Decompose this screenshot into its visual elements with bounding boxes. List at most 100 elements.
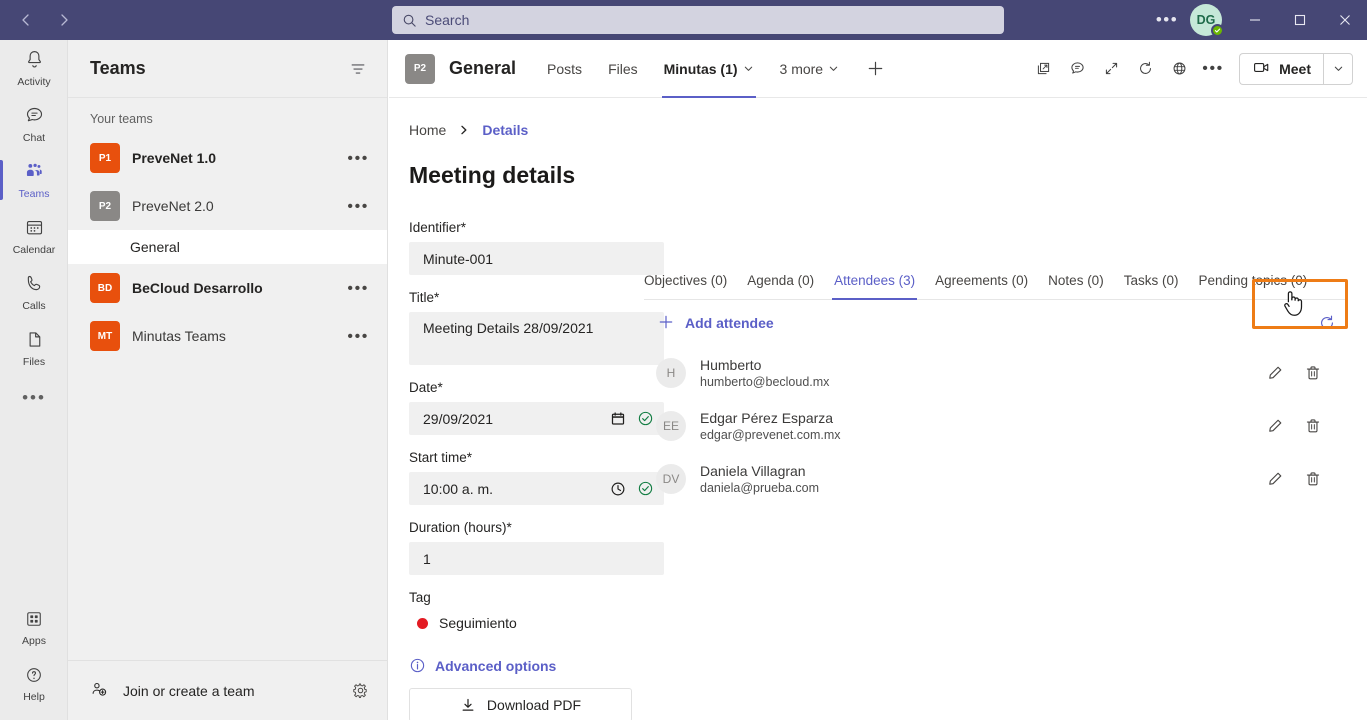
rail-item-activity[interactable]: Activity [0, 40, 68, 96]
calendar-icon[interactable] [610, 411, 626, 427]
meet-button[interactable]: Meet [1239, 52, 1323, 85]
teams-window: Search ••• DG Activity Chat Teams Calend… [0, 0, 1367, 720]
duration-label: Duration (hours)* [409, 520, 512, 535]
detail-tab-agreements[interactable]: Agreements (0) [925, 273, 1038, 299]
team-row-prevenet-1[interactable]: P1 PreveNet 1.0 ••• [68, 134, 387, 182]
tab-more[interactable]: 3 more [767, 40, 853, 98]
rail-item-help[interactable]: Help [0, 656, 68, 712]
avatar[interactable]: DG [1190, 4, 1224, 37]
refresh-attendees-button[interactable] [1318, 314, 1345, 332]
join-team-label: Join or create a team [123, 682, 255, 699]
download-pdf-button[interactable]: Download PDF [409, 688, 632, 720]
trash-icon[interactable] [1304, 417, 1322, 435]
maximize-button[interactable] [1277, 0, 1322, 40]
tab-posts[interactable]: Posts [534, 40, 595, 98]
phone-icon [24, 273, 45, 299]
calendar-icon [24, 217, 45, 243]
start-time-value: 10:00 a. m. [423, 480, 494, 497]
forward-button[interactable] [48, 6, 80, 34]
breadcrumb-details[interactable]: Details [482, 122, 528, 138]
attendee-info: Edgar Pérez Esparza edgar@prevenet.com.m… [700, 410, 841, 442]
channel-more-button[interactable]: ••• [1197, 53, 1229, 85]
rail-more-button[interactable]: ••• [0, 376, 68, 420]
detail-tab-attendees[interactable]: Attendees (3) [824, 273, 925, 300]
breadcrumb-home[interactable]: Home [409, 122, 446, 138]
join-or-create-team-button[interactable]: Join or create a team [90, 680, 255, 702]
start-time-label: Start time* [409, 450, 473, 465]
meet-dropdown-button[interactable] [1323, 52, 1353, 85]
rail-item-calls[interactable]: Calls [0, 264, 68, 320]
rail-label-teams: Teams [18, 188, 50, 200]
globe-icon[interactable] [1163, 53, 1195, 85]
page-title: Meeting details [409, 162, 576, 188]
rail-label-chat: Chat [22, 131, 46, 144]
tag-value-row[interactable]: Seguimiento [409, 612, 664, 631]
tab-files[interactable]: Files [595, 40, 651, 98]
refresh-icon[interactable] [1129, 53, 1161, 85]
detail-tab-notes[interactable]: Notes (0) [1038, 273, 1114, 299]
rail-item-files[interactable]: Files [0, 320, 68, 376]
your-teams-label: Your teams [90, 112, 153, 126]
rail-item-apps[interactable]: Apps [0, 600, 68, 656]
team-more-button[interactable]: ••• [343, 197, 373, 216]
trash-icon[interactable] [1304, 470, 1322, 488]
tag-color-dot [417, 617, 428, 629]
detail-tab-label: Notes (0) [1048, 273, 1104, 288]
title-field[interactable]: Meeting Details 28/09/2021 [409, 312, 664, 365]
trash-icon[interactable] [1304, 364, 1322, 382]
team-row-prevenet-2[interactable]: P2 PreveNet 2.0 ••• [68, 182, 387, 230]
attendee-email: daniela@prueba.com [700, 480, 820, 495]
attendee-row[interactable]: DV Daniela Villagran daniela@prueba.com [644, 452, 1345, 505]
team-row-becloud-desarrollo[interactable]: BD BeCloud Desarrollo ••• [68, 264, 387, 312]
download-icon [460, 697, 476, 713]
detail-tab-objectives[interactable]: Objectives (0) [644, 273, 737, 299]
clock-icon[interactable] [610, 481, 626, 497]
back-button[interactable] [10, 6, 42, 34]
rail-item-teams[interactable]: Teams [0, 152, 68, 208]
detail-tab-pending-topics[interactable]: Pending topics (0) [1188, 273, 1317, 299]
date-field[interactable]: 29/09/2021 [409, 402, 664, 435]
filter-icon[interactable] [349, 60, 367, 78]
close-button[interactable] [1322, 0, 1367, 40]
popout-icon[interactable] [1027, 53, 1059, 85]
pencil-icon[interactable] [1266, 470, 1284, 488]
expand-icon[interactable] [1095, 53, 1127, 85]
avatar: DV [656, 463, 686, 494]
meet-button-group: Meet [1239, 52, 1353, 85]
attendee-name: Humberto [700, 356, 762, 373]
pencil-icon[interactable] [1266, 417, 1284, 435]
channel-title: General [449, 58, 517, 78]
pencil-icon[interactable] [1266, 364, 1284, 382]
gear-icon[interactable] [351, 681, 370, 700]
detail-tab-label: Agreements (0) [935, 273, 1029, 288]
team-more-button[interactable]: ••• [343, 279, 373, 298]
detail-tab-tasks[interactable]: Tasks (0) [1114, 273, 1189, 299]
duration-value: 1 [423, 550, 431, 567]
chat-icon[interactable] [1061, 53, 1093, 85]
minutas-app: Home Details Meeting details Identifier*… [389, 98, 1367, 720]
settings-more-button[interactable]: ••• [1150, 5, 1184, 35]
team-row-minutas-teams[interactable]: MT Minutas Teams ••• [68, 312, 387, 360]
detail-tab-agenda[interactable]: Agenda (0) [737, 273, 824, 299]
avatar: EE [656, 410, 686, 441]
attendee-row[interactable]: H Humberto humberto@becloud.mx [644, 346, 1345, 399]
advanced-options-link[interactable]: Advanced options [409, 657, 664, 674]
chevron-down-icon[interactable] [828, 63, 839, 74]
identifier-field[interactable]: Minute-001 [409, 242, 664, 275]
add-tab-button[interactable] [852, 59, 899, 78]
attendee-row[interactable]: EE Edgar Pérez Esparza edgar@prevenet.co… [644, 399, 1345, 452]
start-time-field[interactable]: 10:00 a. m. [409, 472, 664, 505]
tab-minutas[interactable]: Minutas (1) [651, 40, 767, 98]
team-more-button[interactable]: ••• [343, 327, 373, 346]
team-more-button[interactable]: ••• [343, 149, 373, 168]
rail-item-calendar[interactable]: Calendar [0, 208, 68, 264]
search-bar[interactable]: Search [392, 6, 1004, 34]
tab-label: Posts [547, 60, 583, 77]
search-input[interactable]: Search [392, 6, 1004, 34]
rail-item-chat[interactable]: Chat [0, 96, 68, 152]
channel-row-general[interactable]: General [68, 230, 387, 264]
add-attendee-button[interactable]: Add attendee [644, 314, 774, 333]
chevron-down-icon[interactable] [743, 63, 754, 74]
minimize-button[interactable] [1232, 0, 1277, 40]
duration-field[interactable]: 1 [409, 542, 664, 575]
